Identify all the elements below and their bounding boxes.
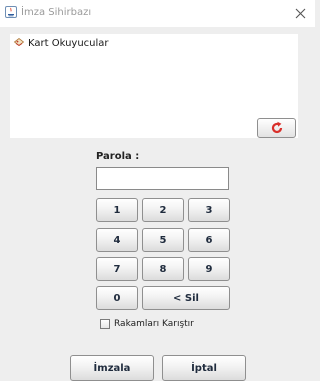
java-icon	[5, 6, 17, 18]
refresh-button[interactable]	[257, 118, 296, 138]
key-7[interactable]: 7	[96, 257, 138, 281]
key-2[interactable]: 2	[142, 198, 184, 222]
close-icon[interactable]	[292, 5, 309, 22]
card-reader-list[interactable]: Kart Okuyucular	[10, 34, 298, 138]
key-1[interactable]: 1	[96, 198, 138, 222]
tree-item-card-readers[interactable]: Kart Okuyucular	[13, 36, 109, 50]
card-reader-icon	[13, 37, 25, 47]
key-8[interactable]: 8	[142, 257, 184, 281]
key-4[interactable]: 4	[96, 228, 138, 252]
sign-button[interactable]: İmzala	[70, 355, 154, 381]
tree-item-label: Kart Okuyucular	[28, 37, 109, 49]
shuffle-label: Rakamları Karıştır	[114, 319, 194, 329]
delete-button[interactable]: < Sil	[142, 286, 230, 310]
shuffle-digits-option[interactable]: Rakamları Karıştır	[100, 318, 194, 330]
password-field[interactable]	[96, 167, 229, 190]
key-5[interactable]: 5	[142, 228, 184, 252]
key-6[interactable]: 6	[188, 228, 230, 252]
window-title: İmza Sihirbazı	[21, 7, 92, 18]
password-label: Parola :	[96, 151, 140, 162]
title-bar: İmza Sihirbazı	[0, 0, 315, 27]
shuffle-checkbox[interactable]	[100, 319, 110, 329]
cancel-button[interactable]: İptal	[162, 355, 246, 381]
key-3[interactable]: 3	[188, 198, 230, 222]
key-9[interactable]: 9	[188, 257, 230, 281]
refresh-icon	[271, 121, 282, 134]
key-0[interactable]: 0	[96, 286, 138, 310]
